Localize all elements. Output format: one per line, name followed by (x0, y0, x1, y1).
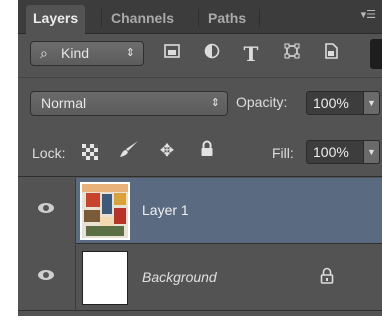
panel-menu-icon[interactable]: ▾☰ (361, 8, 376, 21)
layer-row[interactable]: Background (18, 245, 382, 311)
chevron-updown-icon: ⇕ (210, 97, 220, 109)
layers-panel: Layers Channels Paths ▾☰ ⌕ Kind ⇕ T Norm… (18, 0, 382, 316)
tab-separator (198, 9, 199, 27)
tab-separator (259, 9, 260, 27)
fill-label: Fill: (272, 145, 294, 161)
adjustment-filter-icon[interactable] (201, 43, 223, 65)
layer-thumbnail (82, 251, 128, 305)
layer-filter-bar: ⌕ Kind ⇕ T (18, 34, 382, 78)
panel-tab-bar: Layers Channels Paths ▾☰ (18, 0, 382, 34)
tab-channels[interactable]: Channels (104, 5, 181, 34)
blend-mode-value: Normal (41, 95, 87, 111)
filter-kind-label: Kind (61, 45, 90, 61)
lock-transparent-pixels-icon[interactable] (82, 144, 98, 160)
visibility-toggle[interactable] (18, 178, 76, 244)
filter-kind-select[interactable]: ⌕ Kind ⇕ (30, 41, 144, 66)
fill-dropdown-icon[interactable]: ▼ (364, 140, 380, 164)
layer-row[interactable]: Layer 1 (18, 178, 382, 244)
opacity-label: Opacity: (236, 94, 288, 110)
blend-mode-select[interactable]: Normal ⇕ (30, 91, 228, 116)
lock-options-row: Lock: ✥ Fill: 100% ▼ (18, 127, 382, 177)
image-filter-icon[interactable] (161, 43, 183, 65)
lock-all-icon[interactable] (196, 140, 218, 162)
tab-paths[interactable]: Paths (201, 5, 253, 34)
lock-icon (320, 267, 334, 289)
visibility-toggle[interactable] (18, 245, 76, 311)
eye-icon (38, 203, 54, 213)
smart-object-filter-icon[interactable] (320, 43, 342, 65)
search-icon: ⌕ (40, 45, 48, 61)
shape-filter-icon[interactable] (281, 43, 303, 65)
layer-name[interactable]: Layer 1 (142, 202, 189, 218)
eye-icon (38, 270, 54, 280)
opacity-dropdown-icon[interactable]: ▼ (364, 91, 380, 115)
tab-layers[interactable]: Layers (26, 5, 86, 34)
layer-thumbnail (80, 182, 130, 240)
layer-name[interactable]: Background (142, 269, 217, 285)
lock-label: Lock: (32, 145, 66, 161)
blend-options-row: Normal ⇕ Opacity: 100% ▼ (18, 79, 382, 127)
opacity-input[interactable]: 100% (306, 91, 364, 115)
lock-image-pixels-icon[interactable] (118, 140, 140, 162)
lock-position-icon[interactable]: ✥ (156, 140, 178, 162)
type-filter-icon[interactable]: T (240, 43, 262, 65)
filter-toggle-switch[interactable] (370, 39, 382, 69)
chevron-updown-icon: ⇕ (125, 47, 135, 59)
tab-separator (101, 9, 102, 27)
fill-input[interactable]: 100% (306, 140, 364, 164)
